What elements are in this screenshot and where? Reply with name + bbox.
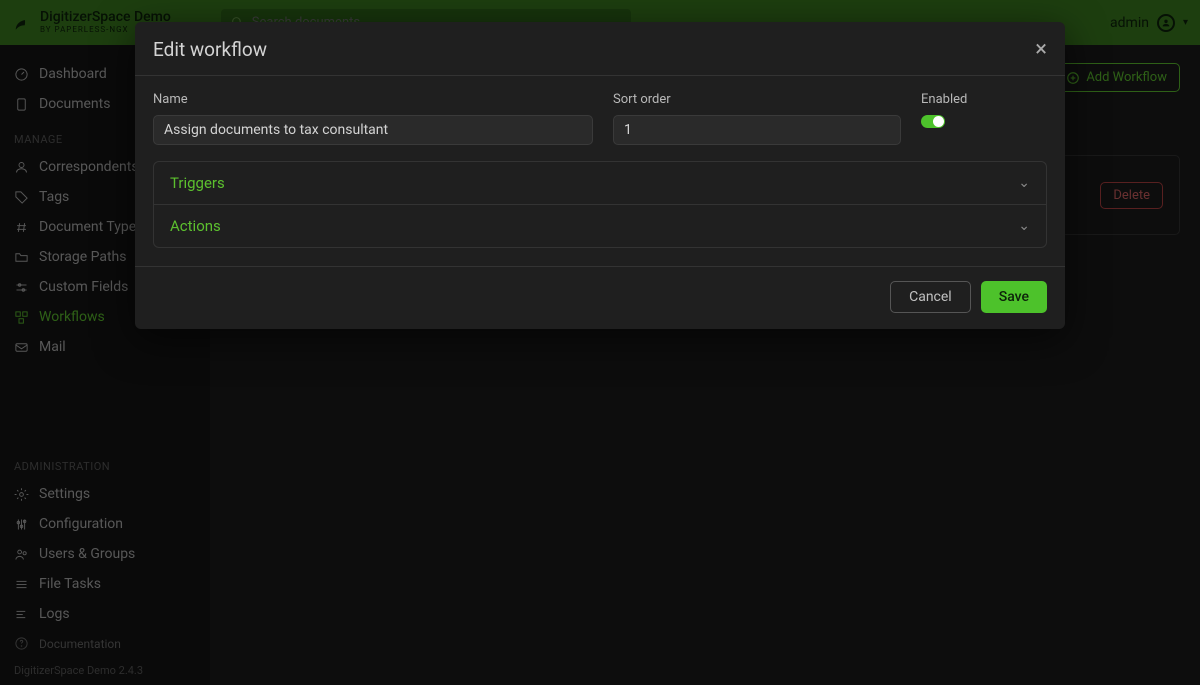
chevron-down-icon: ⌄ [1018,175,1030,191]
edit-workflow-modal: Edit workflow × Name Sort order Enabled … [135,22,1065,329]
cancel-button[interactable]: Cancel [890,281,971,313]
workflow-name-input[interactable] [153,115,593,145]
modal-title: Edit workflow [153,38,267,61]
sort-order-label: Sort order [613,92,901,107]
sort-order-input[interactable] [613,115,901,145]
chevron-down-icon: ⌄ [1018,218,1030,234]
name-label: Name [153,92,593,107]
accordion-label: Triggers [170,174,225,192]
triggers-accordion[interactable]: Triggers ⌄ [154,162,1046,204]
enabled-toggle[interactable] [921,115,945,128]
save-button[interactable]: Save [981,281,1047,313]
close-icon: × [1035,37,1047,62]
modal-close-button[interactable]: × [1035,39,1047,61]
accordion-label: Actions [170,217,221,235]
actions-accordion[interactable]: Actions ⌄ [154,204,1046,247]
enabled-label: Enabled [921,92,1047,107]
accordion: Triggers ⌄ Actions ⌄ [153,161,1047,248]
